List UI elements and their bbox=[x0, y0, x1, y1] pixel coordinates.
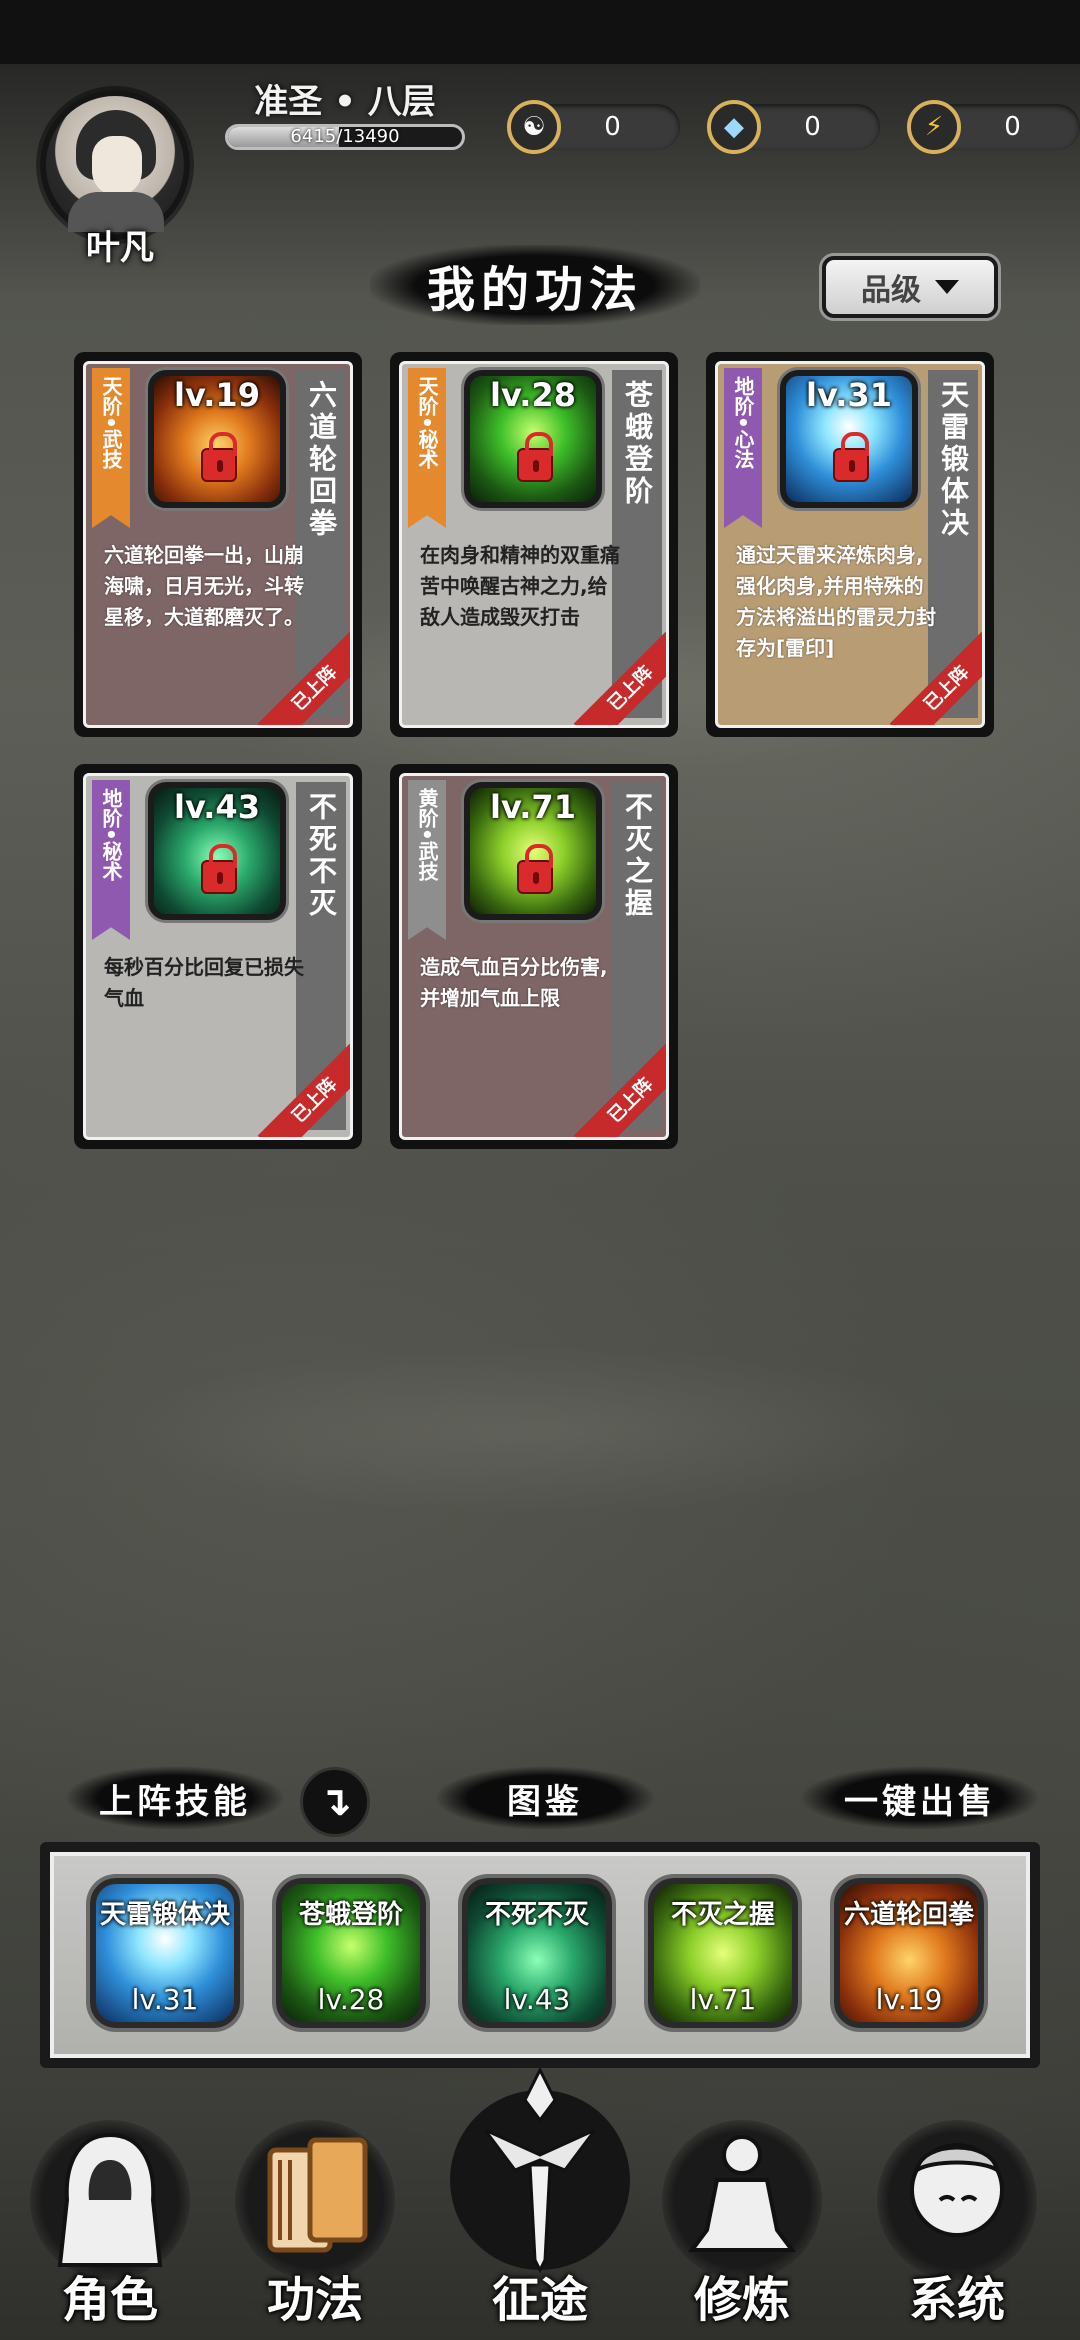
crystal-icon: ◆ bbox=[707, 100, 761, 154]
equipped-skill-slot[interactable]: 天雷锻体决 lv.31 bbox=[90, 1878, 240, 2028]
equipped-skill-level: lv.19 bbox=[875, 1983, 943, 2016]
lock-icon bbox=[517, 844, 553, 894]
grade-ribbon: 黄阶•武技 bbox=[408, 780, 446, 940]
lightning-icon: ⚡ bbox=[907, 100, 961, 154]
skill-grade: 地阶•心法 bbox=[731, 376, 755, 469]
lock-icon bbox=[201, 844, 237, 894]
nav-item-character[interactable]: 角色 bbox=[10, 2110, 210, 2340]
grade-ribbon: 天阶•武技 bbox=[92, 368, 130, 528]
skill-level: lv.43 bbox=[174, 788, 260, 826]
equipped-skill-name: 不灭之握 bbox=[670, 1900, 775, 1930]
page-title-banner: 我的功法 bbox=[370, 245, 700, 325]
skill-description: 造成气血百分比伤害,并增加气血上限 bbox=[420, 955, 608, 1010]
equipped-skill-level: lv.28 bbox=[317, 1983, 385, 2016]
skill-card[interactable]: 天阶•秘术 lv.28 苍蛾登阶 在肉身和精神的双重痛苦中唤醒古神之力,给敌人造成毁灭… bbox=[390, 352, 678, 737]
exp-progress-text: 6415/13490 bbox=[290, 126, 400, 147]
nav-label: 征途 bbox=[491, 2272, 588, 2328]
nav-item-system[interactable]: 系统 bbox=[857, 2110, 1057, 2340]
status-bar bbox=[0, 0, 1080, 64]
scroll-book-icon bbox=[267, 2137, 368, 2253]
collection-button[interactable]: 图鉴 bbox=[435, 1766, 655, 1830]
nav-item-cultivate[interactable]: 修炼 bbox=[642, 2110, 842, 2340]
chevron-down-icon bbox=[935, 280, 959, 294]
resource-value: 0 bbox=[604, 112, 621, 142]
skill-level: lv.71 bbox=[490, 788, 576, 826]
equipped-skill-level: lv.31 bbox=[131, 1983, 199, 2016]
grade-ribbon: 地阶•秘术 bbox=[92, 780, 130, 940]
equipped-skill-name: 苍蛾登阶 bbox=[298, 1900, 403, 1930]
equipped-skill-slot[interactable]: 苍蛾登阶 lv.28 bbox=[276, 1878, 426, 2028]
mist-layer bbox=[0, 1300, 1080, 1560]
resource-yin-yang[interactable]: ☯ 0 bbox=[507, 100, 680, 154]
player-name: 叶凡 bbox=[86, 228, 154, 268]
skill-description: 通过天雷来淬炼肉身,强化肉身,并用特殊的方法将溢出的雷灵力封存为[雷印] bbox=[736, 543, 936, 660]
skill-level: lv.28 bbox=[490, 376, 576, 414]
skill-grade: 地阶•秘术 bbox=[99, 788, 123, 881]
grade-ribbon: 地阶•心法 bbox=[724, 368, 762, 528]
equipped-skills-panel: 天雷锻体决 lv.31 苍蛾登阶 lv.28 不死不灭 lv.43 不灭之握 lv.71 六道轮… bbox=[40, 1842, 1040, 2068]
player-avatar[interactable] bbox=[40, 90, 190, 240]
equipped-skill-level: lv.43 bbox=[503, 1983, 571, 2016]
nav-label: 角色 bbox=[61, 2272, 158, 2328]
skill-icon: lv.19 bbox=[148, 370, 286, 508]
skill-card[interactable]: 地阶•心法 lv.31 天雷锻体决 通过天雷来淬炼肉身,强化肉身,并用特殊的方法将溢出… bbox=[706, 352, 994, 737]
equipped-skill-slot[interactable]: 不死不灭 lv.43 bbox=[462, 1878, 612, 2028]
nav-item-journey[interactable]: 征途 bbox=[445, 2060, 635, 2340]
resource-value: 0 bbox=[804, 112, 821, 142]
lock-icon bbox=[833, 432, 869, 482]
skill-card[interactable]: 天阶•武技 lv.19 六道轮回拳 六道轮回拳一出，山崩海啸，日月无光，斗转星移，大道… bbox=[74, 352, 362, 737]
sort-by-grade-button[interactable]: 品级 bbox=[822, 256, 998, 318]
lock-icon bbox=[201, 432, 237, 482]
sort-label: 品级 bbox=[861, 273, 921, 308]
skill-card[interactable]: 黄阶•武技 lv.71 不灭之握 造成气血百分比伤害,并增加气血上限 已上阵 bbox=[390, 764, 678, 1149]
lock-icon bbox=[517, 432, 553, 482]
equipped-skill-name: 不死不灭 bbox=[484, 1900, 589, 1930]
skill-icon: lv.31 bbox=[780, 370, 918, 508]
skill-icon: lv.71 bbox=[464, 782, 602, 920]
skill-grade: 黄阶•武技 bbox=[415, 788, 439, 881]
meditating-figure-icon bbox=[688, 2135, 796, 2252]
skill-description: 在肉身和精神的双重痛苦中唤醒古神之力,给敌人造成毁灭打击 bbox=[420, 543, 620, 629]
nav-label: 功法 bbox=[266, 2272, 363, 2328]
skill-grade: 天阶•秘术 bbox=[415, 376, 439, 469]
page-title: 我的功法 bbox=[426, 262, 643, 318]
skill-level: lv.31 bbox=[806, 376, 892, 414]
resource-value: 0 bbox=[1004, 112, 1021, 142]
hooded-figure-icon bbox=[57, 2132, 163, 2267]
spirit-girl-icon bbox=[910, 2143, 1004, 2237]
exp-progress-bar: 6415/13490 bbox=[225, 124, 465, 150]
equipped-skill-level: lv.71 bbox=[689, 1983, 757, 2016]
sword-emblem-icon bbox=[450, 2066, 630, 2274]
cultivation-realm: 准圣 • 八层 bbox=[254, 82, 436, 122]
nav-label: 系统 bbox=[908, 2272, 1005, 2328]
skill-description: 每秒百分比回复已损失气血 bbox=[104, 955, 304, 1010]
equipped-skill-name: 天雷锻体决 bbox=[99, 1900, 230, 1930]
toggle-arrow-icon[interactable]: ↴ bbox=[300, 1767, 370, 1837]
nav-label: 修炼 bbox=[693, 2272, 790, 2328]
equipped-skill-slot[interactable]: 六道轮回拳 lv.19 bbox=[834, 1878, 984, 2028]
skill-icon: lv.28 bbox=[464, 370, 602, 508]
yin-yang-icon: ☯ bbox=[507, 100, 561, 154]
sell-all-button[interactable]: 一键出售 bbox=[800, 1766, 1040, 1830]
skill-icon: lv.43 bbox=[148, 782, 286, 920]
equipped-skill-slot[interactable]: 不灭之握 lv.71 bbox=[648, 1878, 798, 2028]
resource-lightning[interactable]: ⚡ 0 bbox=[907, 100, 1080, 154]
skill-description: 六道轮回拳一出，山崩海啸，日月无光，斗转星移，大道都磨灭了。 bbox=[104, 543, 304, 629]
skill-grade: 天阶•武技 bbox=[99, 376, 123, 469]
deploy-skills-button[interactable]: 上阵技能 bbox=[65, 1766, 285, 1830]
grade-ribbon: 天阶•秘术 bbox=[408, 368, 446, 528]
skill-level: lv.19 bbox=[174, 376, 260, 414]
nav-item-skills[interactable]: 功法 bbox=[215, 2110, 415, 2340]
resource-crystal[interactable]: ◆ 0 bbox=[707, 100, 880, 154]
skill-card[interactable]: 地阶•秘术 lv.43 不死不灭 每秒百分比回复已损失气血 已上阵 bbox=[74, 764, 362, 1149]
equipped-skill-name: 六道轮回拳 bbox=[843, 1900, 974, 1930]
